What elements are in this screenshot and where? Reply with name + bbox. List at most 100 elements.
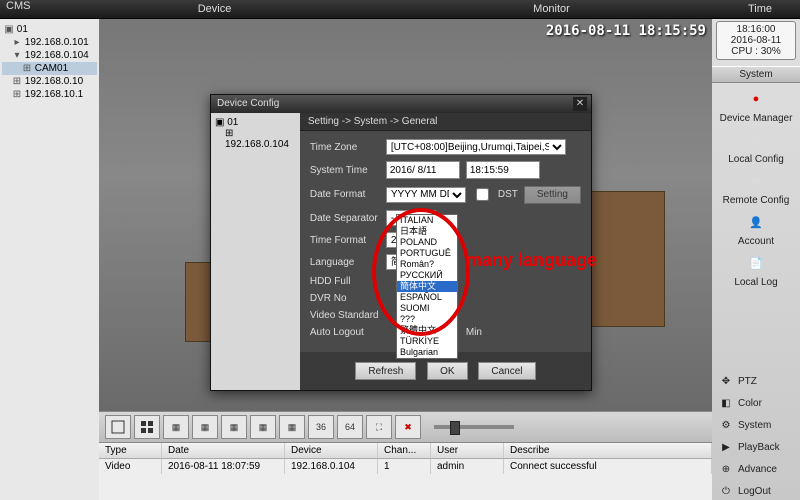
language-option[interactable]: SUOMI — [397, 303, 457, 314]
top-bar: CMS Device Monitor Time — [0, 0, 800, 19]
label-timefmt: Time Format — [310, 235, 380, 246]
label-timezone: Time Zone — [310, 142, 380, 153]
tab-time[interactable]: Time — [720, 0, 800, 18]
language-option[interactable]: ??? — [397, 314, 457, 325]
color-button[interactable]: ◧Color — [714, 393, 798, 413]
layout-4-button[interactable] — [134, 415, 160, 439]
log-col-channel[interactable]: Chan... — [378, 443, 431, 458]
language-option[interactable]: ITALIAN — [397, 215, 457, 226]
remote-config-button[interactable]: Remote Config — [723, 195, 790, 206]
dateformat-select[interactable]: YYYY MM DD — [386, 187, 466, 203]
color-icon: ◧ — [718, 395, 734, 411]
language-option[interactable]: 簡体中文 — [397, 281, 457, 292]
layout-8-button[interactable]: ▦ — [192, 415, 218, 439]
log-row[interactable]: Video 2016-08-11 18:07:59 192.168.0.104 … — [99, 459, 712, 474]
local-log-button[interactable]: Local Log — [734, 277, 777, 288]
ok-button[interactable]: OK — [427, 362, 467, 380]
language-option[interactable]: ESPAÑOL — [397, 292, 457, 303]
tree-item[interactable]: ▾ 192.168.0.104 — [2, 49, 97, 62]
tab-device[interactable]: Device — [46, 0, 383, 18]
volume-slider[interactable] — [434, 425, 514, 429]
ptz-button[interactable]: ✥PTZ — [714, 371, 798, 391]
timezone-select[interactable]: [UTC+08:00]Beijing,Urumqi,Taipei,Singapo… — [386, 139, 566, 155]
dialog-title: Device Config — [217, 98, 279, 109]
layout-16-button[interactable]: ▦ — [250, 415, 276, 439]
remote-gear-icon[interactable]: ⚙ — [744, 169, 768, 193]
refresh-button[interactable]: Refresh — [355, 362, 416, 380]
tab-monitor[interactable]: Monitor — [383, 0, 720, 18]
system-date-input[interactable] — [386, 161, 460, 179]
section-system: System — [712, 66, 800, 83]
clock-time: 18:16:00 — [717, 24, 795, 35]
cpu-usage: CPU : 30% — [717, 46, 795, 57]
account-icon[interactable]: 👤 — [744, 210, 768, 234]
dialog-tree-root[interactable]: ▣ 01 — [215, 117, 296, 128]
label-datefmt: Date Format — [310, 189, 380, 200]
log-panel: Type Date Device Chan... User Describe V… — [99, 443, 712, 500]
language-option[interactable]: Bulgarian — [397, 347, 457, 358]
label-hddfull: HDD Full — [310, 276, 380, 287]
label-dvrno: DVR No — [310, 293, 380, 304]
layout-25-button[interactable]: ▦ — [279, 415, 305, 439]
right-panel: 18:16:00 2016-08-11 CPU : 30% System ● D… — [712, 19, 800, 500]
layout-1-button[interactable] — [105, 415, 131, 439]
mute-button[interactable]: ✖ — [395, 415, 421, 439]
label-dst: DST — [498, 189, 518, 200]
dst-checkbox[interactable] — [476, 188, 489, 201]
log-col-device[interactable]: Device — [285, 443, 378, 458]
device-tree[interactable]: ▣ 01 ▸ 192.168.0.101 ▾ 192.168.0.104 ⊞ C… — [0, 19, 99, 500]
label-language: Language — [310, 257, 380, 268]
logout-button[interactable]: ⏻LogOut — [714, 481, 798, 500]
dialog-tree[interactable]: ▣ 01 ⊞ 192.168.0.104 — [211, 113, 300, 390]
clock-date: 2016-08-11 — [717, 35, 795, 46]
log-col-desc[interactable]: Describe — [504, 443, 712, 458]
layout-toolbar: ▦ ▦ ▦ ▦ ▦ 36 64 ⛶ ✖ — [99, 411, 712, 443]
label-datesep: Date Separator — [310, 213, 380, 224]
dst-setting-button[interactable]: Setting — [524, 186, 581, 204]
log-col-type[interactable]: Type — [99, 443, 162, 458]
fullscreen-button[interactable]: ⛶ — [366, 415, 392, 439]
advance-button[interactable]: ⊕Advance — [714, 459, 798, 479]
record-icon[interactable]: ● — [744, 87, 768, 111]
gear-icon[interactable]: ⚙ — [744, 128, 768, 152]
clock-box: 18:16:00 2016-08-11 CPU : 30% — [716, 21, 796, 60]
log-col-date[interactable]: Date — [162, 443, 285, 458]
layout-36-button[interactable]: 36 — [308, 415, 334, 439]
gear-icon: ⚙ — [718, 417, 734, 433]
language-option[interactable]: 日本語 — [397, 226, 457, 237]
log-header: Type Date Device Chan... User Describe — [99, 443, 712, 459]
playback-button[interactable]: ▶PlayBack — [714, 437, 798, 457]
video-timestamp: 2016-08-11 18:15:59 — [546, 23, 706, 39]
language-option[interactable]: POLAND — [397, 237, 457, 248]
advance-icon: ⊕ — [718, 461, 734, 477]
system-time-input[interactable] — [466, 161, 540, 179]
tree-root[interactable]: ▣ 01 — [2, 23, 97, 36]
label-autologout: Auto Logout — [310, 327, 380, 338]
language-option[interactable]: Român? — [397, 259, 457, 270]
log-col-user[interactable]: User — [431, 443, 504, 458]
cancel-button[interactable]: Cancel — [478, 362, 535, 380]
tree-item[interactable]: ⊞ 192.168.0.10 — [2, 75, 97, 88]
layout-64-button[interactable]: 64 — [337, 415, 363, 439]
layout-6-button[interactable]: ▦ — [163, 415, 189, 439]
tree-item[interactable]: ▸ 192.168.0.101 — [2, 36, 97, 49]
language-option[interactable]: TÜRKİYE — [397, 336, 457, 347]
layout-9-button[interactable]: ▦ — [221, 415, 247, 439]
local-config-button[interactable]: Local Config — [728, 154, 784, 165]
dialog-titlebar[interactable]: Device Config ✕ — [211, 95, 591, 113]
device-manager-button[interactable]: Device Manager — [720, 113, 793, 124]
language-option[interactable]: PORTUGUÊ — [397, 248, 457, 259]
close-icon[interactable]: ✕ — [573, 97, 587, 111]
language-option[interactable]: 繁體中文 — [397, 325, 457, 336]
label-min: Min — [466, 327, 482, 338]
label-systime: System Time — [310, 165, 380, 176]
tree-item[interactable]: ⊞ CAM01 — [2, 62, 97, 75]
app-title: CMS — [0, 0, 46, 18]
log-icon[interactable]: 📄 — [744, 251, 768, 275]
language-option[interactable]: РУССКИЙ — [397, 270, 457, 281]
dialog-tree-item[interactable]: ⊞ 192.168.0.104 — [215, 128, 296, 150]
system-button[interactable]: ⚙System — [714, 415, 798, 435]
language-dropdown-list[interactable]: ITALIAN日本語POLANDPORTUGUÊRomân?РУССКИЙ簡体中… — [396, 214, 458, 359]
tree-item[interactable]: ⊞ 192.168.10.1 — [2, 88, 97, 101]
account-button[interactable]: Account — [738, 236, 774, 247]
